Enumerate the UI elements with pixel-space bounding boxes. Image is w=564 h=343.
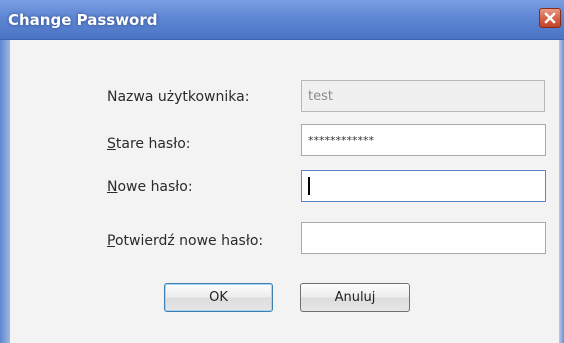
confirm-password-field[interactable] (301, 222, 546, 254)
close-icon (544, 12, 556, 24)
username-field (301, 80, 545, 112)
close-button[interactable] (539, 8, 561, 28)
window-title: Change Password (8, 11, 158, 29)
window-frame-right (559, 40, 564, 343)
new-password-label: Nowe hasło: (107, 179, 193, 195)
title-bar[interactable]: Change Password (0, 0, 564, 40)
confirm-password-label-text: otwierdź nowe hasło: (114, 233, 264, 249)
new-password-label-mnemonic: N (107, 179, 118, 195)
new-password-label-text: owe hasło: (117, 179, 193, 195)
old-password-field[interactable] (301, 124, 546, 156)
username-label: Nazwa użytkownika: (107, 89, 249, 105)
cancel-button[interactable]: Anuluj (300, 283, 410, 312)
confirm-password-label: Potwierdź nowe hasło: (107, 233, 263, 249)
confirm-password-label-mnemonic: P (107, 233, 115, 249)
old-password-label-text: tare hasło: (115, 136, 191, 152)
username-label-text: Nazwa użytkownika: (107, 89, 250, 105)
window-frame-left (0, 40, 10, 343)
ok-button[interactable]: OK (164, 283, 273, 312)
old-password-label: Stare hasło: (107, 136, 190, 152)
change-password-dialog: Change Password Nazwa użytkownika: Stare… (0, 0, 564, 343)
dialog-body: Nazwa użytkownika: Stare hasło: Nowe has… (10, 40, 559, 343)
new-password-field[interactable] (301, 170, 546, 202)
old-password-label-mnemonic: S (107, 136, 116, 152)
text-caret (308, 177, 310, 195)
